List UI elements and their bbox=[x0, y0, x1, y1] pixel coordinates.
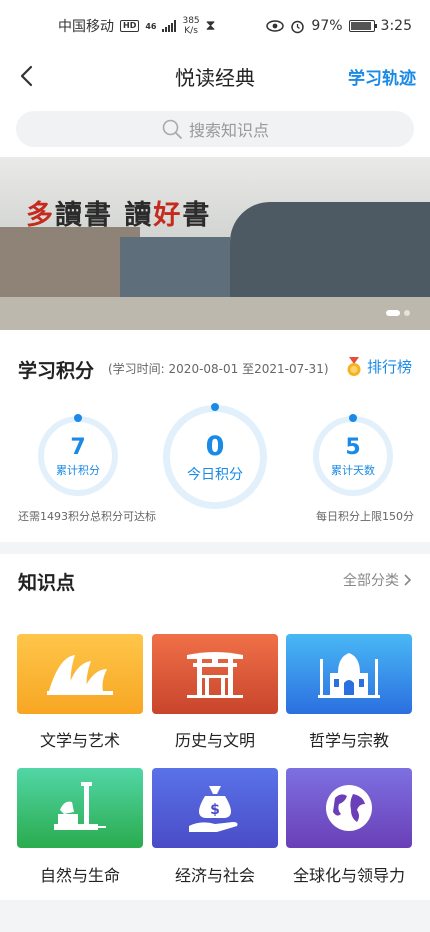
total-days-label: 累计天数 bbox=[331, 464, 375, 477]
category-tile-philosophy-religion[interactable] bbox=[286, 634, 412, 714]
ring-dot bbox=[211, 403, 219, 411]
today-score-value: 0 bbox=[205, 431, 225, 462]
score-period: (学习时间: 2020-08-01 至2021-07-31) bbox=[108, 362, 329, 376]
total-score-value: 7 bbox=[70, 435, 86, 460]
network-speed: 385 K/s bbox=[182, 16, 199, 36]
search-section: 搜索知识点 bbox=[0, 100, 430, 157]
battery-icon bbox=[348, 20, 377, 32]
leaderboard-button[interactable]: 排行榜 bbox=[345, 356, 412, 377]
category-tile-literature-art[interactable] bbox=[17, 634, 143, 714]
ring-dot bbox=[349, 414, 357, 422]
score-title: 学习积分 bbox=[18, 360, 95, 382]
category-tile-economy-society[interactable]: $ bbox=[152, 768, 278, 848]
total-score-label: 累计积分 bbox=[56, 464, 100, 477]
page-title: 悦读经典 bbox=[175, 65, 255, 90]
banner-caption: 多讀書 讀好書 bbox=[26, 193, 211, 232]
back-arrow-icon[interactable] bbox=[14, 62, 42, 90]
today-score-label: 今日积分 bbox=[187, 467, 243, 483]
search-input[interactable]: 搜索知识点 bbox=[16, 111, 414, 147]
total-days-ring: 5 累计天数 bbox=[313, 414, 393, 496]
banner-caption-3: 好 bbox=[153, 200, 183, 231]
banner-building-middle bbox=[120, 237, 230, 297]
total-score-ring: 7 累计积分 bbox=[38, 414, 118, 496]
today-score-ring: 0 今日积分 bbox=[163, 403, 267, 509]
eye-icon bbox=[266, 20, 285, 32]
daily-limit-note: 每日积分上限150分 bbox=[316, 510, 414, 523]
monument-icon bbox=[54, 782, 106, 830]
search-icon bbox=[162, 119, 182, 139]
signal-icon bbox=[162, 20, 177, 32]
ring-dot bbox=[74, 414, 82, 422]
category-tile-history-civilization[interactable] bbox=[152, 634, 278, 714]
nav-bar: 悦读经典 学习轨迹 bbox=[0, 52, 430, 100]
status-bar: 中国移动 HD 46 385 K/s ⧗ 97% 3:25 bbox=[0, 0, 430, 52]
banner-caption-1: 多 bbox=[26, 200, 55, 231]
category-tile-globalization-leadership[interactable] bbox=[286, 768, 412, 848]
opera-house-icon bbox=[47, 655, 113, 695]
category-label: 文学与艺术 bbox=[39, 731, 120, 750]
category-tile-nature-life[interactable] bbox=[17, 768, 143, 848]
leaderboard-label: 排行榜 bbox=[366, 358, 412, 376]
banner-carousel[interactable]: 多讀書 讀好書 bbox=[0, 157, 430, 330]
hourglass-icon: ⧗ bbox=[205, 18, 216, 34]
total-days-value: 5 bbox=[345, 435, 361, 460]
banner-caption-4: 書 bbox=[182, 200, 212, 231]
knowledge-title: 知识点 bbox=[18, 572, 76, 594]
score-section: 学习积分 (学习时间: 2020-08-01 至2021-07-31) 排行榜 … bbox=[0, 330, 430, 542]
all-categories-label: 全部分类 bbox=[343, 573, 399, 589]
banner-caption-2: 讀書 讀 bbox=[55, 200, 154, 231]
all-categories-link[interactable]: 全部分类 bbox=[343, 570, 412, 590]
globe-icon bbox=[326, 785, 372, 831]
category-label: 自然与生命 bbox=[39, 866, 120, 885]
chevron-right-icon bbox=[404, 574, 412, 586]
carousel-dot-active bbox=[386, 310, 400, 316]
hd-badge: HD bbox=[120, 20, 140, 32]
carousel-indicator bbox=[386, 310, 410, 316]
banner-building-left bbox=[0, 227, 140, 297]
clock: 3:25 bbox=[380, 18, 412, 34]
knowledge-section: 知识点 全部分类 文学与艺术 历史与文明 哲学与宗教 $ 自然与生命 经济与社会… bbox=[0, 554, 430, 900]
study-track-link[interactable]: 学习轨迹 bbox=[348, 64, 416, 89]
alarm-icon bbox=[291, 20, 305, 33]
category-label: 经济与社会 bbox=[174, 866, 255, 885]
search-placeholder: 搜索知识点 bbox=[188, 121, 269, 140]
medal-icon bbox=[347, 356, 361, 376]
money-bag-icon: $ bbox=[189, 786, 238, 832]
network-type: 46 bbox=[145, 21, 157, 31]
carrier-label: 中国移动 bbox=[58, 19, 114, 35]
category-label: 全球化与领导力 bbox=[292, 866, 405, 885]
torii-gate-icon bbox=[187, 652, 243, 698]
carousel-dot bbox=[404, 310, 410, 316]
banner-plaza bbox=[0, 297, 430, 330]
speed-unit: K/s bbox=[184, 26, 198, 36]
category-label: 历史与文明 bbox=[174, 731, 255, 750]
speed-value: 385 bbox=[182, 16, 200, 26]
svg-text:$: $ bbox=[210, 802, 220, 818]
taj-mahal-icon bbox=[318, 653, 380, 698]
category-label: 哲学与宗教 bbox=[308, 731, 389, 750]
banner-building-right bbox=[230, 202, 430, 302]
battery-percent: 97% bbox=[311, 18, 343, 34]
target-note: 还需1493积分总积分可达标 bbox=[18, 510, 156, 523]
